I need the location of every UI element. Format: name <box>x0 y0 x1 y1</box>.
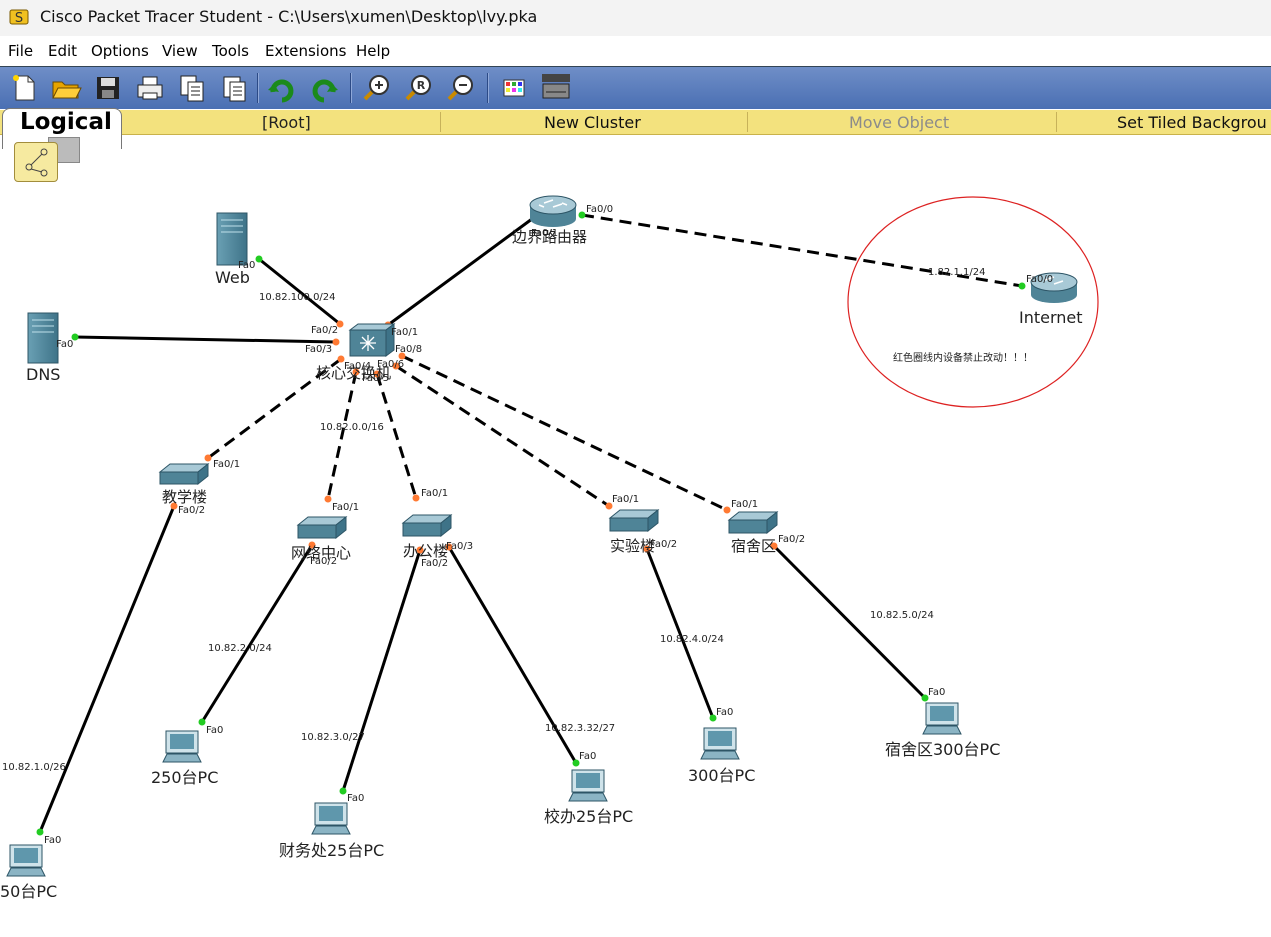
lab-port-fa02: Fa0/2 <box>650 539 677 550</box>
dorm-port-fa01: Fa0/1 <box>731 499 758 510</box>
lab-label: 实验楼 <box>610 537 655 555</box>
lab-port-fa01: Fa0/1 <box>612 494 639 505</box>
topology-canvas[interactable]: 红色圈线内设备禁止改动！！！ Web Fa0 DNS Fa0 边界路由器 Fa0… <box>0 0 1271 937</box>
dorm-300-pc-icon[interactable] <box>922 702 962 735</box>
pc-300-label: 300台PC <box>688 766 755 785</box>
xiaoban-pc-icon[interactable] <box>568 769 608 802</box>
office-port-fa01: Fa0/1 <box>421 488 448 499</box>
internet-label: Internet <box>1019 308 1083 327</box>
teach-port-fa02: Fa0/2 <box>178 505 205 516</box>
dorm-300-pc-port: Fa0 <box>928 687 945 698</box>
pc-50-label: 50台PC <box>0 882 57 901</box>
netcenter-port-fa02: Fa0/2 <box>310 556 337 567</box>
lab-switch-icon[interactable] <box>608 508 660 533</box>
link-dorm-dorm300 <box>772 544 927 700</box>
restricted-zone-note: 红色圈线内设备禁止改动！！！ <box>893 351 1033 364</box>
finance-pc-icon[interactable] <box>311 802 351 835</box>
web-port: Fa0 <box>238 260 255 271</box>
core-switch-icon[interactable] <box>348 323 396 357</box>
finance-pc-port: Fa0 <box>347 793 364 804</box>
net3-label: 10.82.3.0/27 <box>301 732 365 743</box>
office-port-fa02: Fa0/2 <box>421 558 448 569</box>
net1-label: 10.82.1.0/26 <box>2 762 66 773</box>
router-port-fa00: Fa0/0 <box>586 204 613 215</box>
dorm-switch-icon[interactable] <box>727 510 779 535</box>
core-port-fa03: Fa0/3 <box>305 344 332 355</box>
core-network-label: 10.82.0.0/16 <box>320 422 384 433</box>
pc-300-icon[interactable] <box>700 727 740 760</box>
pc-250-icon[interactable] <box>162 730 202 763</box>
net332-label: 10.82.3.32/27 <box>545 723 615 734</box>
dorm-label: 宿舍区 <box>731 537 776 555</box>
core-port-fa06: Fa0/6 <box>377 359 404 370</box>
link-core-office <box>375 373 418 499</box>
xiaoban-pc-label: 校办25台PC <box>544 807 633 826</box>
dns-server-icon[interactable] <box>27 312 59 364</box>
internet-port: Fa0/0 <box>1026 274 1053 285</box>
teach-switch-icon[interactable] <box>158 462 210 486</box>
router-port-fa01: Fa0/1 <box>531 228 558 239</box>
pc-250-label: 250台PC <box>151 768 218 787</box>
pc-250-port: Fa0 <box>206 725 223 736</box>
link-netcenter-pc250 <box>200 544 314 723</box>
xiaoban-pc-port: Fa0 <box>579 751 596 762</box>
teach-label: 教学楼 <box>162 488 207 506</box>
link-dns-core <box>74 335 337 344</box>
core-port-fa04: Fa0/4 <box>344 361 371 372</box>
teach-port-fa01: Fa0/1 <box>213 459 240 470</box>
dns-label: DNS <box>26 365 60 384</box>
dorm-port-fa02: Fa0/2 <box>778 534 805 545</box>
core-port-fa08: Fa0/8 <box>395 344 422 355</box>
finance-pc-label: 财务处25台PC <box>279 841 384 860</box>
internet-ip: 1.82.1.1/24 <box>928 267 985 278</box>
link-core-netcenter <box>326 371 358 500</box>
pc-50-icon[interactable] <box>6 844 46 877</box>
net5-label: 10.82.5.0/24 <box>870 610 934 621</box>
web-server-icon[interactable] <box>216 212 248 266</box>
web-network-label: 10.82.100.0/24 <box>259 292 336 303</box>
link-office-finance <box>341 549 422 792</box>
dns-port: Fa0 <box>56 339 73 350</box>
edge-router-icon[interactable] <box>529 195 577 227</box>
net2-label: 10.82.2.0/24 <box>208 643 272 654</box>
pc-50-port: Fa0 <box>44 835 61 846</box>
office-switch-icon[interactable] <box>401 513 453 538</box>
net4-label: 10.82.4.0/24 <box>660 634 724 645</box>
core-port-fa05: Fa0/5 <box>362 373 389 384</box>
netcenter-port-fa01: Fa0/1 <box>332 502 359 513</box>
core-port-fa02: Fa0/2 <box>311 325 338 336</box>
dorm-300-pc-label: 宿舍区300台PC <box>885 740 1000 759</box>
core-port-fa01: Fa0/1 <box>391 327 418 338</box>
netcenter-switch-icon[interactable] <box>296 515 348 540</box>
pc-300-port: Fa0 <box>716 707 733 718</box>
link-core-dorm <box>401 354 728 512</box>
link-core-lab <box>395 364 610 508</box>
office-port-fa03: Fa0/3 <box>446 541 473 552</box>
